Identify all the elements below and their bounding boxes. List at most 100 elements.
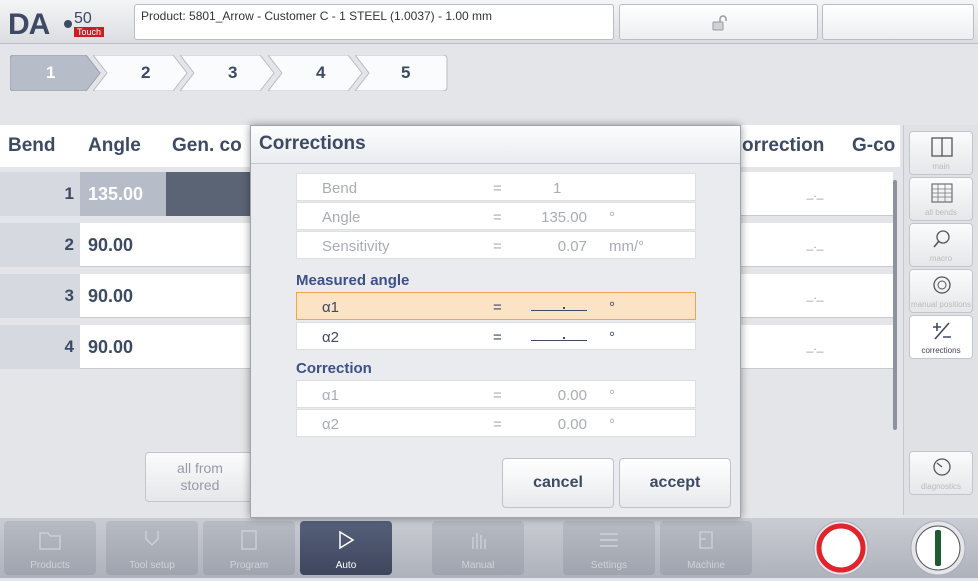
all-from-stored-button[interactable]: all from stored <box>145 452 255 502</box>
nav-settings[interactable]: Settings <box>563 521 655 575</box>
step-label: 5 <box>401 63 411 82</box>
measured-alpha1-field[interactable]: α1 = ° <box>296 292 696 320</box>
field-unit: ° <box>609 209 615 226</box>
info-row-angle: Angle = 135.00 ° <box>296 202 696 230</box>
nav-manual[interactable]: Manual <box>432 521 524 575</box>
info-row-bend: Bend = 1 <box>296 173 696 201</box>
magnifier-icon <box>933 230 950 248</box>
info-row-sensitivity: Sensitivity = 0.07 mm/° <box>296 231 696 259</box>
sidebar-macro-button[interactable]: macro <box>909 223 973 267</box>
angle-cell[interactable]: 90.00 <box>80 274 166 318</box>
angle-value: 90.00 <box>88 337 134 357</box>
lock-button[interactable] <box>619 4 818 40</box>
cancel-button[interactable]: cancel <box>502 458 614 508</box>
product-info[interactable]: Product: 5801_Arrow - Customer C - 1 STE… <box>134 4 614 40</box>
header-angle: Angle <box>88 135 141 156</box>
sidebar-corrections-button[interactable]: corrections <box>909 315 973 359</box>
sidebar-label: main <box>932 162 950 171</box>
stop-icon <box>813 520 869 576</box>
correction-alpha2-field: α2 = 0.00 ° <box>296 409 696 437</box>
bend-cell: 1 <box>0 172 80 216</box>
unlock-icon <box>712 15 727 31</box>
angle-cell[interactable]: 135.00 <box>80 172 166 216</box>
field-label: α1 <box>322 387 340 404</box>
folder-icon <box>39 532 61 550</box>
sidebar-diagnostics-button[interactable]: diagnostics <box>909 451 973 495</box>
plus-minus-icon <box>933 322 951 340</box>
nav-machine[interactable]: Machine <box>660 521 752 575</box>
field-unit: ° <box>609 387 615 404</box>
header-correction: orrection <box>742 135 825 156</box>
header-bend: Bend <box>8 135 56 156</box>
nav-products[interactable]: Products <box>4 521 96 575</box>
logo-touch: Touch <box>74 27 105 37</box>
header-gen-correction: Gen. co <box>172 135 242 156</box>
dialog-title-bar: Corrections <box>251 126 740 164</box>
bend-number: 3 <box>64 286 74 305</box>
sidebar-all-bends-button[interactable]: all bends <box>909 177 973 221</box>
button-label-line2: stored <box>180 477 220 493</box>
empty-value <box>531 307 587 311</box>
equals-sign: = <box>493 387 502 404</box>
accept-button[interactable]: accept <box>619 458 731 508</box>
start-button[interactable] <box>902 520 974 576</box>
status-box[interactable] <box>822 4 974 40</box>
field-unit: mm/° <box>609 238 645 255</box>
settings-icon <box>600 533 618 547</box>
hand-icon <box>472 533 486 549</box>
field-value: 0.07 <box>557 238 587 255</box>
nav-label: Tool setup <box>129 560 175 571</box>
nav-label: Machine <box>687 560 725 571</box>
grid-icon <box>931 183 953 203</box>
stop-button[interactable] <box>805 520 877 576</box>
nav-label: Products <box>30 560 70 571</box>
bend-number: 4 <box>64 337 74 356</box>
nav-tool-setup[interactable]: Tool setup <box>106 521 198 575</box>
equals-sign: = <box>493 416 502 433</box>
nav-program[interactable]: Program <box>203 521 295 575</box>
correction-value: _._ <box>806 288 824 302</box>
step-label: 4 <box>316 63 326 82</box>
measured-alpha2-field[interactable]: α2 = ° <box>296 322 696 350</box>
header-g-code: G-co <box>852 135 896 156</box>
step-label: 1 <box>46 63 56 82</box>
angle-cell[interactable]: 90.00 <box>80 325 166 369</box>
equals-sign: = <box>493 209 502 226</box>
bend-cell: 2 <box>0 223 80 267</box>
bend-cell: 3 <box>0 274 80 318</box>
correction-alpha1-field: α1 = 0.00 ° <box>296 380 696 408</box>
corrections-dialog: Corrections Bend = 1 Angle = 135.00 ° Se… <box>250 125 741 518</box>
nav-auto[interactable]: Auto <box>300 521 392 575</box>
top-bar: DA 50 Touch Product: 5801_Arrow - Custom… <box>0 0 978 44</box>
field-unit: ° <box>609 416 615 433</box>
button-label: cancel <box>533 474 583 491</box>
sidebar-main-button[interactable]: main <box>909 131 973 175</box>
equals-sign: = <box>493 238 502 255</box>
logo-text: DA <box>8 8 50 41</box>
angle-value: 135.00 <box>88 184 144 204</box>
program-icon <box>241 530 257 550</box>
step-label: 2 <box>141 63 151 82</box>
button-label-line1: all from <box>177 460 223 476</box>
sidebar-label: all bends <box>924 208 958 217</box>
sidebar-label: macro <box>929 254 953 263</box>
angle-value: 90.00 <box>88 286 134 306</box>
nav-label: Settings <box>590 560 628 571</box>
logo-model: 50 <box>74 10 92 27</box>
sidebar-manual-positions-button[interactable]: manual positions <box>909 269 973 313</box>
equals-sign: = <box>493 299 502 316</box>
logo-dot <box>64 20 72 28</box>
table-scrollbar[interactable] <box>893 180 897 430</box>
measured-angle-heading: Measured angle <box>296 272 410 289</box>
empty-value <box>531 337 587 341</box>
field-value: 135.00 <box>541 209 587 226</box>
correction-value: _._ <box>806 186 824 200</box>
angle-value: 90.00 <box>88 235 134 255</box>
step-label: 3 <box>228 63 238 82</box>
nav-label: Auto <box>335 560 357 571</box>
angle-cell[interactable]: 90.00 <box>80 223 166 267</box>
bend-cell: 4 <box>0 325 80 369</box>
gen-correction-cell[interactable] <box>166 172 250 216</box>
field-value: 1 <box>553 180 562 197</box>
dial-icon <box>933 276 951 294</box>
